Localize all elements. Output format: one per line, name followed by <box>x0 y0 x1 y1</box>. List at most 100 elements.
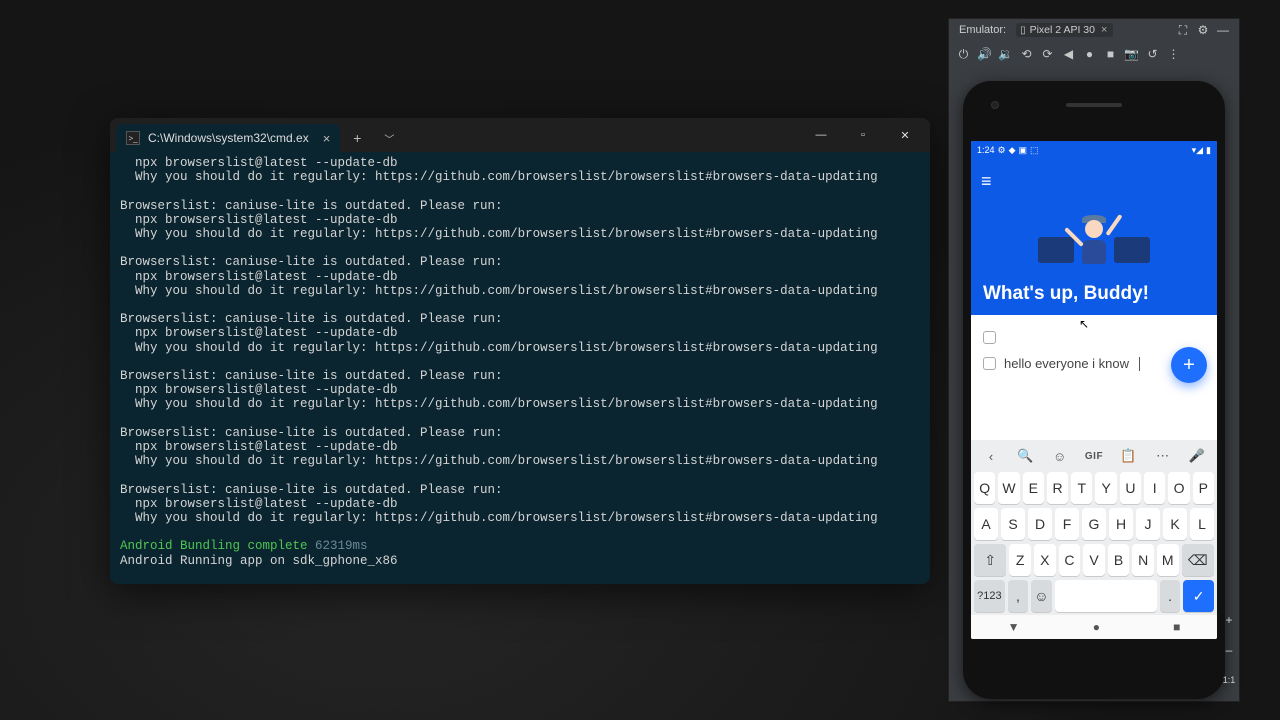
rotate-left-icon[interactable]: ⟲ <box>1016 44 1037 64</box>
key-y[interactable]: Y <box>1095 472 1116 504</box>
emulator-titlebar: Emulator: ▯ Pixel 2 API 30 × ⛶ ⚙ — <box>949 19 1239 41</box>
soft-keyboard: ‹ 🔍 ☺ GIF 📋 ⋯ 🎤 QWERTYUIOP ASDFGHJKL ⇧ZX… <box>971 440 1217 615</box>
terminal-output[interactable]: npx browserslist@latest --update-db Why … <box>110 152 930 584</box>
zoom-out-button[interactable]: – <box>1226 639 1233 661</box>
key-i[interactable]: I <box>1144 472 1165 504</box>
shift-key[interactable]: ⇧ <box>974 544 1006 576</box>
maximize-button[interactable]: ▫ <box>842 120 884 150</box>
terminal-titlebar: >_ C:\Windows\system32\cmd.ex × + ﹀ — ▫ … <box>110 118 930 152</box>
volume-up-icon[interactable]: 🔊 <box>974 44 995 64</box>
phone-screen: 1:24 ⚙ ◆ ▣ ⬚ ▾◢ ▮ ≡ <box>971 141 1217 639</box>
key-f[interactable]: F <box>1055 508 1079 540</box>
cmd-icon: >_ <box>126 131 140 145</box>
emulator-device-chip[interactable]: ▯ Pixel 2 API 30 × <box>1016 23 1113 37</box>
status-icon: ▣ <box>1019 145 1028 156</box>
comma-key[interactable]: , <box>1008 580 1028 612</box>
emulator-window: Emulator: ▯ Pixel 2 API 30 × ⛶ ⚙ — ⏻ 🔊 🔉… <box>948 18 1240 702</box>
key-k[interactable]: K <box>1163 508 1187 540</box>
key-u[interactable]: U <box>1120 472 1141 504</box>
rotate-right-icon[interactable]: ⟳ <box>1037 44 1058 64</box>
key-h[interactable]: H <box>1109 508 1133 540</box>
emulator-toolbar: ⏻ 🔊 🔉 ⟲ ⟳ ◀ ● ■ 📷 ↺ ⋮ <box>949 41 1239 67</box>
mic-icon[interactable]: 🎤 <box>1186 448 1208 464</box>
checkbox-icon[interactable] <box>983 357 996 370</box>
zoom-reset-button[interactable]: 1:1 <box>1223 669 1236 691</box>
key-b[interactable]: B <box>1108 544 1130 576</box>
phone-frame: 1:24 ⚙ ◆ ▣ ⬚ ▾◢ ▮ ≡ <box>963 81 1225 699</box>
gif-button[interactable]: GIF <box>1083 451 1105 462</box>
back-icon[interactable]: ◀ <box>1058 44 1079 64</box>
backspace-key[interactable]: ⌫ <box>1182 544 1214 576</box>
nav-overview-icon[interactable]: ■ <box>1173 620 1180 634</box>
expand-icon[interactable]: ⛶ <box>1173 23 1193 38</box>
checkbox-icon[interactable] <box>983 331 996 344</box>
menu-icon[interactable]: ≡ <box>981 171 1207 192</box>
close-window-button[interactable]: ✕ <box>884 120 926 150</box>
text-cursor <box>1139 357 1140 371</box>
key-w[interactable]: W <box>998 472 1019 504</box>
emoji-key[interactable]: ☺ <box>1031 580 1051 612</box>
new-tab-button[interactable]: + <box>342 124 372 152</box>
key-p[interactable]: P <box>1193 472 1214 504</box>
symbols-key[interactable]: ?123 <box>974 580 1005 612</box>
period-key[interactable]: . <box>1160 580 1180 612</box>
key-r[interactable]: R <box>1047 472 1068 504</box>
nav-back-icon[interactable]: ▼ <box>1008 620 1020 634</box>
status-icon: ⚙ <box>998 145 1006 156</box>
keyboard-suggestion-bar: ‹ 🔍 ☺ GIF 📋 ⋯ 🎤 <box>974 444 1214 468</box>
space-key[interactable] <box>1055 580 1157 612</box>
emulator-side-controls: + – 1:1 <box>1219 609 1239 691</box>
more-keyboard-icon[interactable]: ⋯ <box>1152 448 1174 464</box>
task-text: hello everyone i know <box>1004 356 1129 371</box>
collapse-keyboard-icon[interactable]: ‹ <box>980 449 1002 464</box>
header-illustration <box>1034 193 1154 263</box>
search-icon[interactable]: 🔍 <box>1014 448 1036 464</box>
task-row[interactable] <box>981 325 1207 350</box>
key-v[interactable]: V <box>1083 544 1105 576</box>
close-tab-icon[interactable]: × <box>317 131 331 146</box>
terminal-window: >_ C:\Windows\system32\cmd.ex × + ﹀ — ▫ … <box>110 118 930 584</box>
key-x[interactable]: X <box>1034 544 1056 576</box>
terminal-tab[interactable]: >_ C:\Windows\system32\cmd.ex × <box>116 124 340 152</box>
close-device-icon[interactable]: × <box>1101 24 1107 36</box>
key-m[interactable]: M <box>1157 544 1179 576</box>
battery-icon: ▮ <box>1206 145 1211 156</box>
key-z[interactable]: Z <box>1009 544 1031 576</box>
screenshot-icon[interactable]: 📷 <box>1121 44 1142 64</box>
sticker-icon[interactable]: ☺ <box>1049 449 1071 464</box>
settings-icon[interactable]: ⚙ <box>1193 23 1213 37</box>
key-t[interactable]: T <box>1071 472 1092 504</box>
home-icon[interactable]: ● <box>1079 44 1100 64</box>
overview-icon[interactable]: ■ <box>1100 44 1121 64</box>
key-g[interactable]: G <box>1082 508 1106 540</box>
record-icon[interactable]: ↺ <box>1142 44 1163 64</box>
power-icon[interactable]: ⏻ <box>953 44 974 64</box>
key-d[interactable]: D <box>1028 508 1052 540</box>
volume-down-icon[interactable]: 🔉 <box>995 44 1016 64</box>
key-l[interactable]: L <box>1190 508 1214 540</box>
nav-home-icon[interactable]: ● <box>1093 620 1100 634</box>
more-icon[interactable]: ⋮ <box>1163 44 1184 64</box>
status-time: 1:24 <box>977 145 995 155</box>
key-n[interactable]: N <box>1132 544 1154 576</box>
key-a[interactable]: A <box>974 508 998 540</box>
status-icon: ◆ <box>1009 145 1016 156</box>
key-c[interactable]: C <box>1059 544 1081 576</box>
app-header: ≡ What's up, Buddy! <box>971 159 1217 315</box>
enter-key[interactable]: ✓ <box>1183 580 1214 612</box>
key-q[interactable]: Q <box>974 472 995 504</box>
status-bar: 1:24 ⚙ ◆ ▣ ⬚ ▾◢ ▮ <box>971 141 1217 159</box>
zoom-in-button[interactable]: + <box>1225 609 1232 631</box>
key-e[interactable]: E <box>1023 472 1044 504</box>
tab-dropdown-icon[interactable]: ﹀ <box>374 124 404 152</box>
key-j[interactable]: J <box>1136 508 1160 540</box>
add-task-fab[interactable]: + <box>1171 347 1207 383</box>
minimize-emulator-button[interactable]: — <box>1213 23 1233 37</box>
key-o[interactable]: O <box>1168 472 1189 504</box>
greeting-text: What's up, Buddy! <box>983 283 1149 305</box>
clipboard-icon[interactable]: 📋 <box>1117 448 1139 464</box>
emulator-title: Emulator: <box>959 24 1006 36</box>
minimize-button[interactable]: — <box>800 120 842 150</box>
key-s[interactable]: S <box>1001 508 1025 540</box>
android-nav-bar: ▼ ● ■ <box>971 615 1217 639</box>
